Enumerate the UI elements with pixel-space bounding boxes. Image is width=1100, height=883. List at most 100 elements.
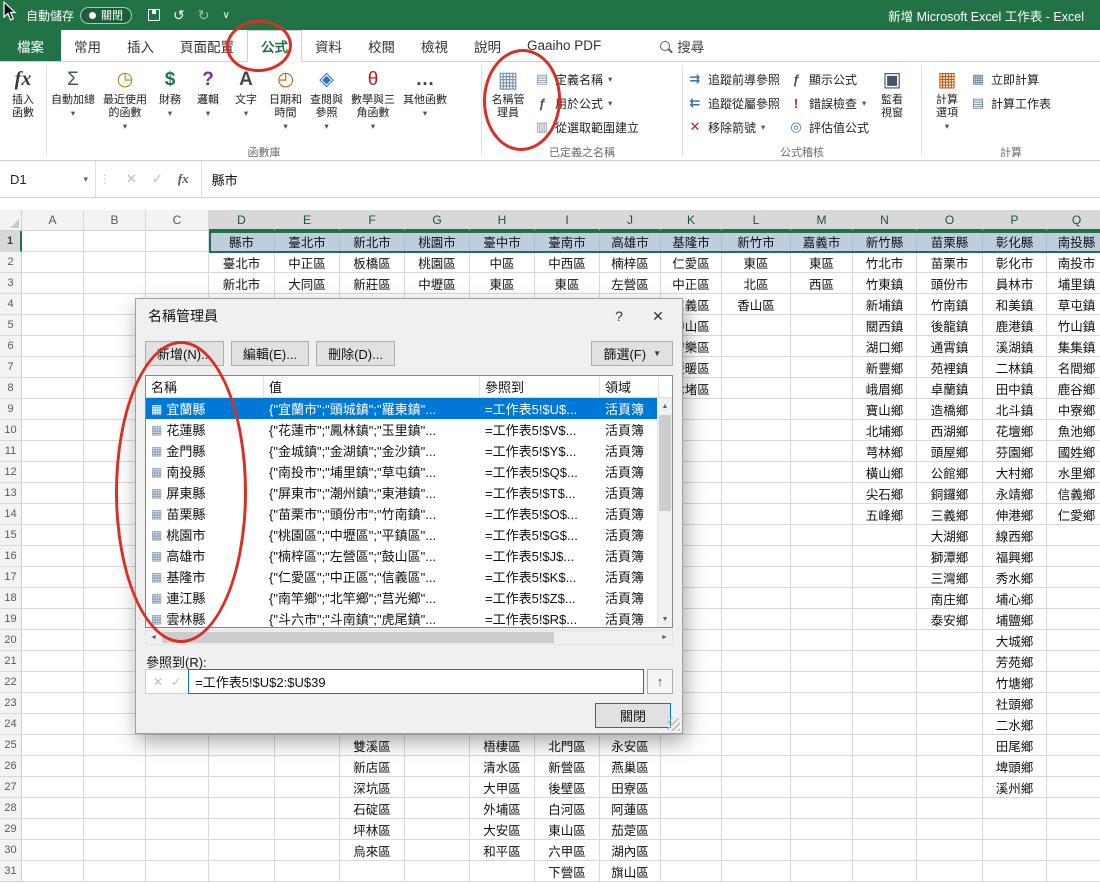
cell-F27[interactable]: 深坑區 xyxy=(340,777,405,798)
cell-A25[interactable] xyxy=(22,735,84,756)
cell-L22[interactable] xyxy=(722,672,791,693)
refers-to-input[interactable]: =工作表5!$U$2:$U$39 xyxy=(188,669,644,694)
name-row-宜蘭縣[interactable]: ▦宜蘭縣{"宜蘭市";"頭城鎮";"羅東鎮"...=工作表5!$U$...活頁簿 xyxy=(146,398,672,419)
cell-D3[interactable]: 新北市 xyxy=(209,273,275,294)
cell-P2[interactable]: 彰化市 xyxy=(983,252,1047,273)
cell-C25[interactable] xyxy=(146,735,209,756)
cell-A10[interactable] xyxy=(22,420,84,441)
cell-M8[interactable] xyxy=(791,378,853,399)
cell-Q15[interactable] xyxy=(1047,525,1100,546)
cell-N12[interactable]: 橫山鄉 xyxy=(853,462,917,483)
cell-O6[interactable]: 通霄鎮 xyxy=(917,336,983,357)
cell-P8[interactable]: 田中鎮 xyxy=(983,378,1047,399)
cell-Q10[interactable]: 魚池鄉 xyxy=(1047,420,1100,441)
dialog-titlebar[interactable]: 名稱管理員 xyxy=(136,299,682,333)
name-row-花蓮縣[interactable]: ▦花蓮縣{"花蓮市";"鳳林鎮";"玉里鎮"...=工作表5!$V$...活頁簿 xyxy=(146,419,672,440)
cell-P9[interactable]: 北斗鎮 xyxy=(983,399,1047,420)
cell-P10[interactable]: 花壇鄉 xyxy=(983,420,1047,441)
row-header-2[interactable]: 2 xyxy=(0,252,22,273)
cell-A1[interactable] xyxy=(22,231,84,252)
cell-C3[interactable] xyxy=(146,273,209,294)
select-all-corner[interactable] xyxy=(0,210,22,231)
cell-N25[interactable] xyxy=(853,735,917,756)
cell-J1[interactable]: 高雄市 xyxy=(600,231,661,252)
name-row-金門縣[interactable]: ▦金門縣{"金城鎮";"金湖鎮";"金沙鎮"...=工作表5!$Y$...活頁簿 xyxy=(146,440,672,461)
show-formulas-button[interactable]: ƒ顯示公式 xyxy=(784,67,873,91)
cell-M19[interactable] xyxy=(791,609,853,630)
cell-D31[interactable] xyxy=(209,861,275,882)
cell-N14[interactable]: 五峰鄉 xyxy=(853,504,917,525)
cell-J26[interactable]: 燕巢區 xyxy=(600,756,661,777)
cell-N10[interactable]: 北埔鄉 xyxy=(853,420,917,441)
row-header-25[interactable]: 25 xyxy=(0,735,22,756)
cell-L24[interactable] xyxy=(722,714,791,735)
cell-P19[interactable]: 埔鹽鄉 xyxy=(983,609,1047,630)
cell-M6[interactable] xyxy=(791,336,853,357)
cancel-icon[interactable]: ✕ xyxy=(153,675,163,689)
cell-K28[interactable] xyxy=(661,798,722,819)
name-row-連江縣[interactable]: ▦連江縣{"南竿鄉";"北竿鄉";"莒光鄉"...=工作表5!$Z$...活頁簿 xyxy=(146,587,672,608)
row-header-31[interactable]: 31 xyxy=(0,861,22,882)
column-header-C[interactable]: C xyxy=(146,210,209,231)
cell-I2[interactable]: 中西區 xyxy=(535,252,600,273)
cell-O2[interactable]: 苗栗市 xyxy=(917,252,983,273)
cell-O11[interactable]: 頭屋鄉 xyxy=(917,441,983,462)
cell-P21[interactable]: 芳苑鄉 xyxy=(983,651,1047,672)
cell-N27[interactable] xyxy=(853,777,917,798)
cell-P28[interactable] xyxy=(983,798,1047,819)
cell-P17[interactable]: 秀水鄉 xyxy=(983,567,1047,588)
cell-A16[interactable] xyxy=(22,546,84,567)
cell-B28[interactable] xyxy=(84,798,146,819)
row-header-17[interactable]: 17 xyxy=(0,567,22,588)
cell-I25[interactable]: 北門區 xyxy=(535,735,600,756)
name-row-苗栗縣[interactable]: ▦苗栗縣{"苗栗市";"頭份市";"竹南鎮"...=工作表5!$O$...活頁簿 xyxy=(146,503,672,524)
cell-L10[interactable] xyxy=(722,420,791,441)
cell-M5[interactable] xyxy=(791,315,853,336)
cell-F30[interactable]: 烏來區 xyxy=(340,840,405,861)
cell-J29[interactable]: 茄萣區 xyxy=(600,819,661,840)
cell-M7[interactable] xyxy=(791,357,853,378)
cell-N18[interactable] xyxy=(853,588,917,609)
cell-P11[interactable]: 芬園鄉 xyxy=(983,441,1047,462)
cell-P31[interactable] xyxy=(983,861,1047,882)
cell-O26[interactable] xyxy=(917,756,983,777)
edit-name-button[interactable]: 編輯(E)... xyxy=(231,341,309,366)
column-header-I[interactable]: I xyxy=(535,210,600,231)
enter-icon[interactable]: ✓ xyxy=(152,171,163,187)
cell-M24[interactable] xyxy=(791,714,853,735)
cell-G28[interactable] xyxy=(405,798,470,819)
cell-D26[interactable] xyxy=(209,756,275,777)
autosum-button[interactable]: Σ自動加總▾ xyxy=(47,63,99,119)
calculation-options-button[interactable]: ▦計算選項▾ xyxy=(928,63,966,132)
horizontal-scroll-thumb[interactable] xyxy=(162,632,554,643)
customize-qat-icon[interactable]: ∨ xyxy=(222,10,229,21)
cell-O1[interactable]: 苗栗縣 xyxy=(917,231,983,252)
cell-M15[interactable] xyxy=(791,525,853,546)
error-checking-button[interactable]: !錯誤檢查▾ xyxy=(784,91,873,115)
cell-O27[interactable] xyxy=(917,777,983,798)
column-header-scope[interactable]: 領域 xyxy=(600,376,659,397)
cell-Q14[interactable]: 仁愛鄉 xyxy=(1047,504,1100,525)
cell-O20[interactable] xyxy=(917,630,983,651)
cell-Q3[interactable]: 埔里鎮 xyxy=(1047,273,1100,294)
cell-L23[interactable] xyxy=(722,693,791,714)
cell-N11[interactable]: 芎林鄉 xyxy=(853,441,917,462)
cell-K26[interactable] xyxy=(661,756,722,777)
row-header-8[interactable]: 8 xyxy=(0,378,22,399)
cell-A18[interactable] xyxy=(22,588,84,609)
cell-M10[interactable] xyxy=(791,420,853,441)
cell-J3[interactable]: 左營區 xyxy=(600,273,661,294)
cell-Q29[interactable] xyxy=(1047,819,1100,840)
cell-P6[interactable]: 溪湖鎮 xyxy=(983,336,1047,357)
cell-A20[interactable] xyxy=(22,630,84,651)
tab-gaaiho-pdf[interactable]: Gaaiho PDF xyxy=(514,30,614,61)
cell-E30[interactable] xyxy=(275,840,340,861)
cell-N13[interactable]: 尖石鄉 xyxy=(853,483,917,504)
cell-P16[interactable]: 福興鄉 xyxy=(983,546,1047,567)
tab-insert[interactable]: 插入 xyxy=(114,30,167,61)
cell-A28[interactable] xyxy=(22,798,84,819)
use-in-formula-button[interactable]: ƒ用於公式▾ xyxy=(530,91,643,115)
column-header-O[interactable]: O xyxy=(917,210,983,231)
cell-E27[interactable] xyxy=(275,777,340,798)
cell-L27[interactable] xyxy=(722,777,791,798)
